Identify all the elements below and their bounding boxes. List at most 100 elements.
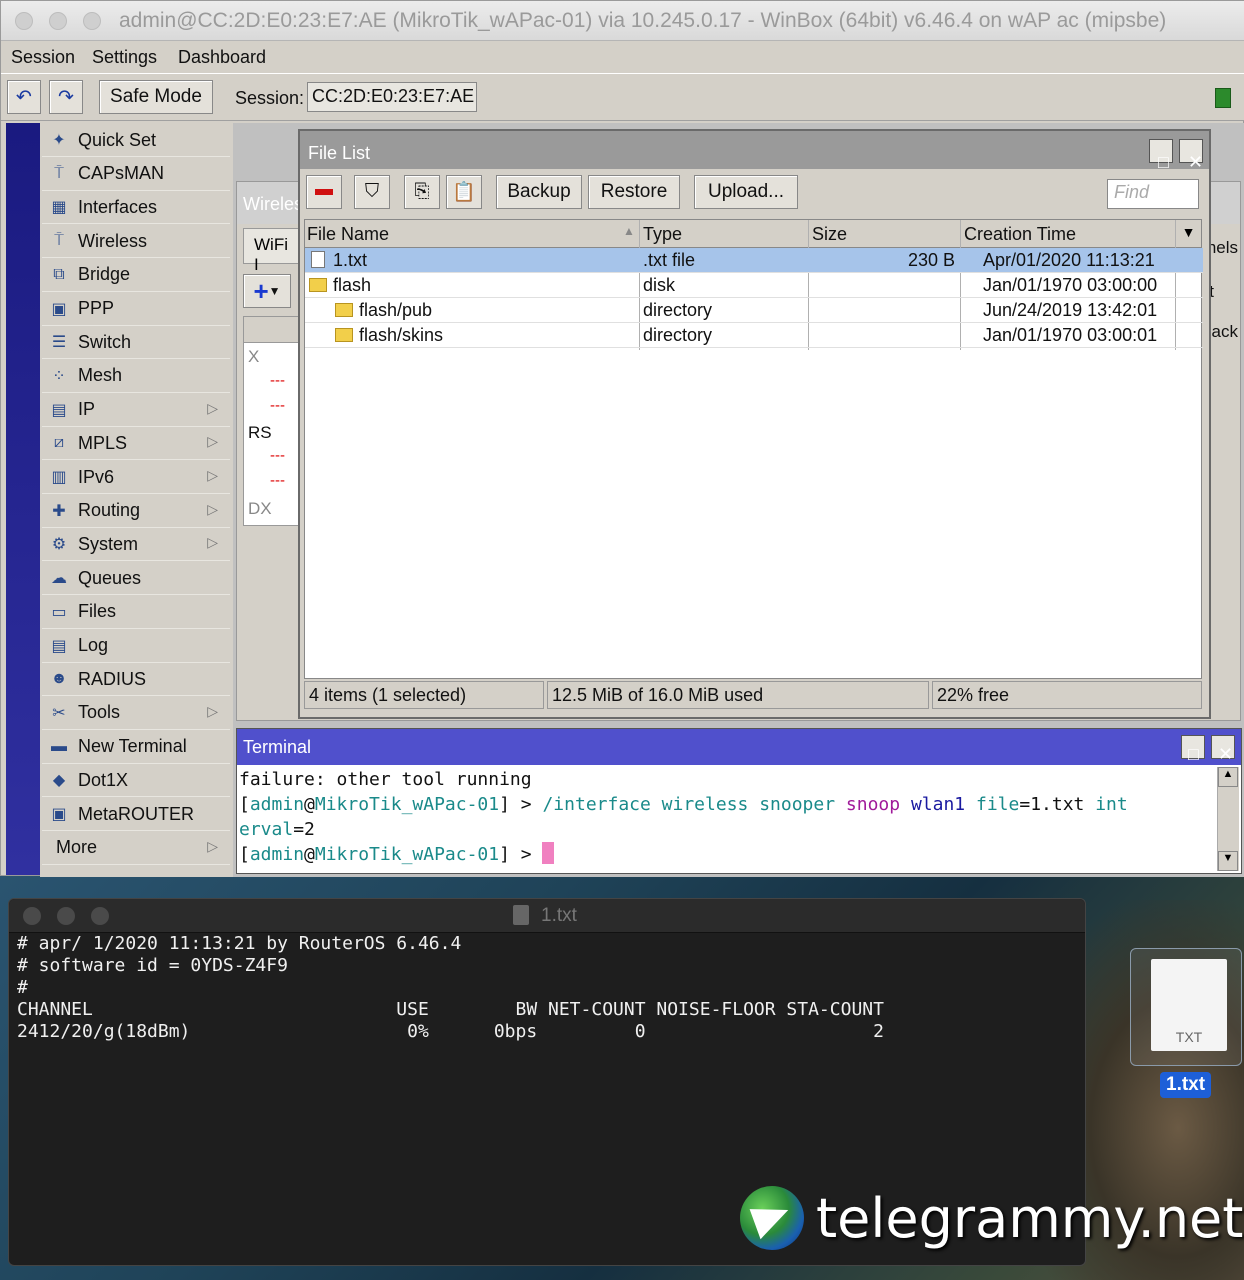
upload-button[interactable]: Upload... (694, 175, 798, 209)
window-title: admin@CC:2D:E0:23:E7:AE (MikroTik_wAPac-… (119, 9, 1167, 32)
terminal-close-button[interactable]: ✕ (1211, 735, 1235, 764)
watermark: telegrammy.net (740, 1186, 1243, 1250)
sidebar-item-quick-set[interactable]: ✦ Quick Set (42, 124, 230, 157)
txt-file-icon: TXT (1151, 959, 1227, 1051)
safe-mode-button[interactable]: Safe Mode (99, 80, 213, 114)
terminal-output[interactable]: failure: other tool running [admin@Mikro… (239, 767, 1209, 867)
column-file-name[interactable]: File Name (307, 224, 389, 245)
column-chooser-button[interactable]: ▼ (1175, 220, 1201, 247)
close-window-button[interactable] (15, 12, 33, 30)
folder-icon (335, 328, 353, 342)
session-field[interactable]: CC:2D:E0:23:E7:AE (307, 82, 477, 112)
minimize-window-button[interactable] (49, 12, 67, 30)
file-row[interactable]: flash disk Jan/01/1970 03:00:00 (305, 273, 1203, 298)
undo-button[interactable]: ↶ (7, 80, 41, 114)
ipv6-icon: ▥ (51, 469, 67, 486)
wireless-row-flag: --- (270, 447, 285, 464)
sidebar-item-wireless[interactable]: ⍑ Wireless (42, 225, 230, 259)
terminal-icon: ▬ (51, 737, 67, 755)
sidebar-item-metarouter[interactable]: ▣ MetaROUTER (42, 798, 230, 831)
sidebar-item-label: Files (78, 601, 117, 622)
watermark-text: telegrammy.net (816, 1186, 1244, 1250)
sidebar-item-bridge[interactable]: ⧉ Bridge (42, 259, 230, 292)
sidebar-item-label: MPLS (78, 432, 128, 453)
sidebar-item-label: More (56, 837, 98, 858)
scroll-down-button[interactable]: ▼ (1218, 851, 1238, 871)
window-titlebar: admin@CC:2D:E0:23:E7:AE (MikroTik_wAPac-… (1, 1, 1244, 41)
sidebar-item-mpls[interactable]: ⧄ MPLS ▷ (42, 427, 230, 461)
paste-button[interactable]: 📋 (446, 175, 482, 209)
backup-button[interactable]: Backup (496, 175, 582, 209)
find-input[interactable]: Find (1107, 179, 1199, 209)
antenna-icon: ⍑ (54, 232, 64, 250)
minimize-window-button[interactable] (57, 907, 75, 925)
add-button[interactable]: + ▼ (243, 274, 291, 308)
users-icon: ☻ (50, 670, 68, 688)
text-editor-content[interactable]: # apr/ 1/2020 11:13:21 by RouterOS 6.46.… (17, 933, 884, 1043)
sidebar-item-label: MetaROUTER (78, 803, 195, 824)
remove-button[interactable] (306, 175, 342, 209)
column-size[interactable]: Size (812, 224, 847, 245)
sidebar-item-mesh[interactable]: ⁘ Mesh (42, 360, 230, 393)
maximize-button[interactable]: □ (1149, 139, 1173, 172)
sidebar-item-ipv6[interactable]: ▥ IPv6 ▷ (42, 461, 230, 494)
zoom-window-button[interactable] (91, 907, 109, 925)
sidebar-item-more[interactable]: More ▷ (42, 832, 230, 865)
redo-icon: ↷ (58, 86, 74, 108)
metarouter-icon: ▣ (51, 806, 67, 823)
file-name: flash/pub (359, 300, 433, 320)
sidebar-item-new-terminal[interactable]: ▬ New Terminal (42, 731, 230, 764)
file-list-window[interactable]: File List □ ✕ ⛉ ⎘ 📋 Backup Restore Uploa… (298, 129, 1211, 719)
menu-dashboard[interactable]: Dashboard (178, 47, 266, 68)
tab-wifi-interfaces[interactable]: WiFi I (243, 228, 299, 274)
file-table: File Name ▲ Type Size Creation Time ▼ 1.… (304, 219, 1203, 679)
sidebar-item-routing[interactable]: ✚ Routing ▷ (42, 495, 230, 528)
file-table-header: File Name ▲ Type Size Creation Time ▼ (305, 220, 1201, 248)
sidebar-item-tools[interactable]: ✂ Tools ▷ (42, 697, 230, 730)
arrow-down-icon: ▼ (1222, 852, 1234, 864)
desktop-file-icon[interactable]: TXT (1130, 948, 1242, 1066)
copy-button[interactable]: ⎘ (404, 175, 440, 209)
terminal-window[interactable]: Terminal □ ✕ failure: other tool running… (236, 728, 1242, 874)
sidebar-item-label: PPP (78, 298, 115, 318)
sidebar-item-log[interactable]: ▤ Log (42, 630, 230, 663)
sidebar-item-dot1x[interactable]: ◆ Dot1X (42, 764, 230, 798)
sidebar-item-capsman[interactable]: ⍑ CAPsMAN (42, 158, 230, 191)
filter-button[interactable]: ⛉ (354, 175, 390, 209)
file-row[interactable]: flash/skins directory Jan/01/1970 03:00:… (305, 323, 1203, 348)
desktop-file-label[interactable]: 1.txt (1160, 1072, 1212, 1098)
redo-button[interactable]: ↷ (49, 80, 83, 114)
sidebar-item-system[interactable]: ⚙ System ▷ (42, 528, 230, 562)
scroll-up-button[interactable]: ▲ (1218, 767, 1238, 787)
terminal-maximize-button[interactable]: □ (1181, 735, 1205, 764)
terminal-scrollbar[interactable]: ▲ ▼ (1217, 767, 1239, 871)
sidebar-item-ip[interactable]: ▤ IP ▷ (42, 394, 230, 427)
wireless-table-header (244, 317, 298, 343)
sidebar-item-label: IPv6 (78, 466, 115, 487)
restore-button[interactable]: Restore (588, 175, 680, 209)
sidebar-item-queues[interactable]: ☁ Queues (42, 562, 230, 596)
menu-session[interactable]: Session (11, 47, 75, 68)
gear-icon: ⚙ (51, 536, 67, 554)
file-row[interactable]: 1.txt .txt file 230 B Apr/01/2020 11:13:… (305, 248, 1203, 273)
menu-settings[interactable]: Settings (92, 47, 157, 68)
zoom-window-button[interactable] (83, 12, 101, 30)
file-list-titlebar: File List □ ✕ (300, 131, 1209, 172)
sidebar-item-interfaces[interactable]: ▦ Interfaces (42, 191, 230, 225)
connection-status-indicator (1215, 88, 1231, 108)
column-creation-time[interactable]: Creation Time (964, 224, 1076, 245)
copy-icon: ⎘ (414, 181, 430, 202)
sidebar-item-ppp[interactable]: ▣ PPP (42, 293, 230, 326)
column-type[interactable]: Type (643, 224, 682, 245)
bridge-icon: ⧉ (53, 265, 65, 283)
close-button[interactable]: ✕ (1179, 139, 1203, 172)
file-row[interactable]: flash/pub directory Jun/24/2019 13:42:01 (305, 298, 1203, 323)
sidebar-item-radius[interactable]: ☻ RADIUS (42, 663, 230, 697)
brand-bar: RouterOS WinBox (6, 123, 42, 1170)
terminal-titlebar: Terminal □ ✕ (237, 729, 1241, 765)
close-icon: ✕ (1188, 152, 1204, 172)
sidebar-item-switch[interactable]: ☰ Switch (42, 326, 230, 360)
sidebar-item-label: Bridge (78, 264, 131, 285)
sidebar-item-files[interactable]: ▭ Files (42, 596, 230, 629)
close-window-button[interactable] (23, 907, 41, 925)
